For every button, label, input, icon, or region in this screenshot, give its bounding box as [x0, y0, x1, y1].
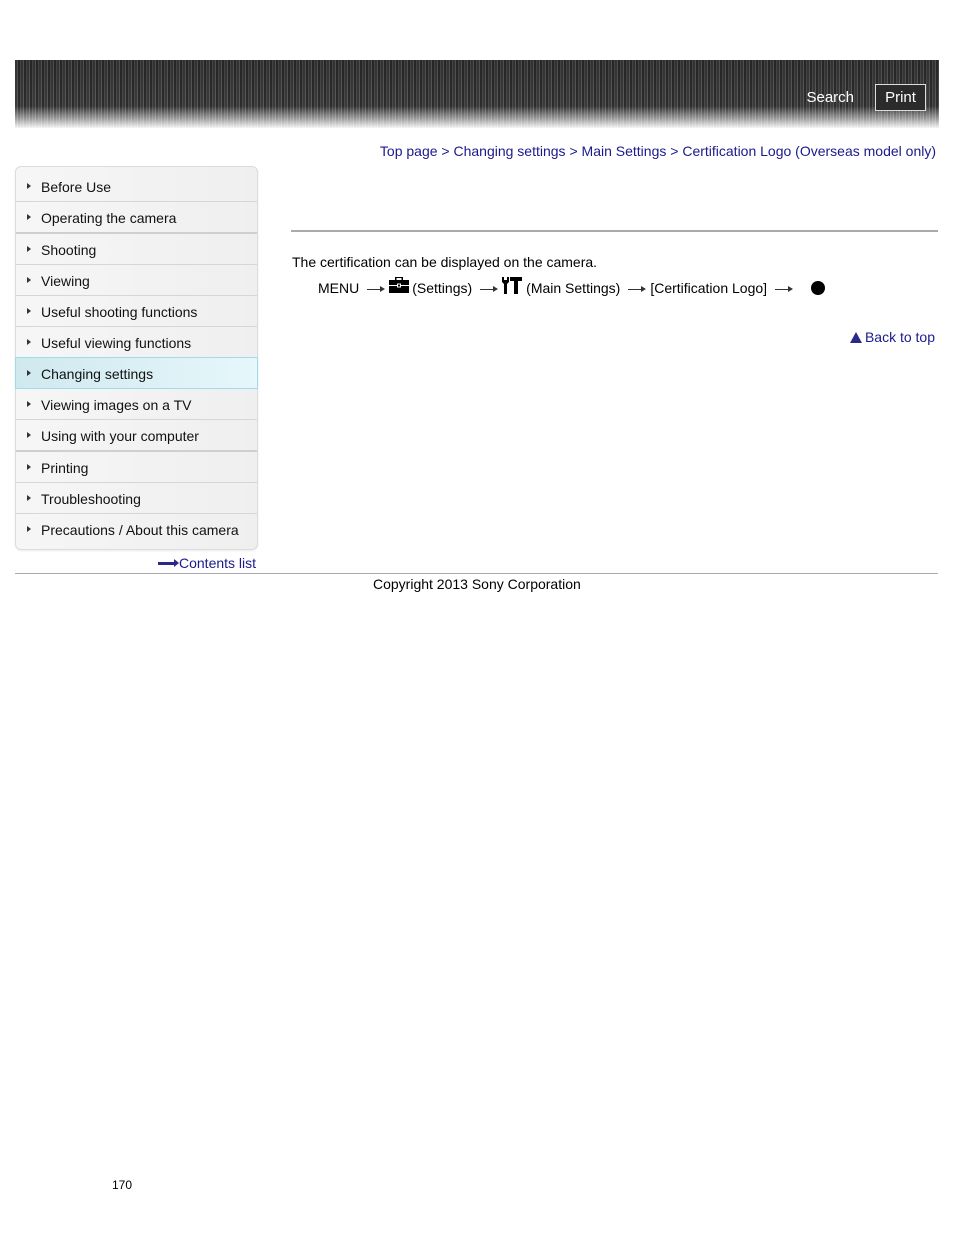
breadcrumb-main-settings[interactable]: Main Settings [582, 143, 667, 159]
footer-divider [15, 573, 938, 574]
toolbox-icon [389, 277, 410, 293]
breadcrumb-separator: > [569, 143, 582, 159]
caret-right-icon [27, 464, 31, 470]
sidebar-item-precautions[interactable]: Precautions / About this camera [16, 514, 257, 544]
caret-right-icon [27, 339, 31, 345]
sidebar-item-label: Printing [41, 460, 89, 476]
menu-label: MENU [318, 280, 360, 296]
sidebar-item-printing[interactable]: Printing [16, 452, 257, 483]
caret-right-icon [27, 277, 31, 283]
caret-right-icon [27, 370, 31, 376]
sidebar-item-viewing[interactable]: Viewing [16, 265, 257, 296]
back-to-top-label: Back to top [864, 329, 935, 345]
copyright-text: Copyright 2013 Sony Corporation [373, 576, 581, 592]
title-divider [291, 230, 938, 232]
sidebar-item-label: Viewing images on a TV [41, 397, 192, 413]
arrow-right-icon [628, 285, 647, 292]
page-number: 170 [112, 1178, 133, 1192]
certification-logo-label: [Certification Logo] [650, 280, 768, 296]
sidebar-item-operating-the-camera[interactable]: Operating the camera [16, 202, 257, 234]
triangle-up-icon [849, 332, 862, 343]
arrow-right-icon [158, 559, 179, 567]
caret-right-icon [27, 495, 31, 501]
sidebar-nav: Before Use Operating the camera Shooting… [15, 166, 258, 550]
sidebar-item-before-use[interactable]: Before Use [16, 171, 257, 202]
back-to-top-link[interactable]: Back to top [849, 329, 935, 345]
contents-list-link[interactable]: Contents list [158, 555, 256, 571]
breadcrumb-changing-settings[interactable]: Changing settings [453, 143, 565, 159]
sidebar-item-label: Useful shooting functions [41, 304, 198, 320]
sidebar-item-viewing-images-on-a-tv[interactable]: Viewing images on a TV [16, 389, 257, 420]
caret-right-icon [27, 526, 31, 532]
main-settings-label: (Main Settings) [526, 280, 621, 296]
sidebar-item-label: Shooting [41, 242, 97, 258]
sidebar-item-useful-shooting-functions[interactable]: Useful shooting functions [16, 296, 257, 327]
description-text: The certification can be displayed on th… [292, 254, 598, 270]
caret-right-icon [27, 246, 31, 252]
arrow-right-icon [480, 285, 499, 292]
sidebar-item-label: Useful viewing functions [41, 335, 192, 351]
arrow-right-icon [775, 285, 794, 292]
sidebar-item-label: Operating the camera [41, 210, 177, 226]
sidebar-item-label: Before Use [41, 179, 112, 195]
print-button[interactable]: Print [875, 84, 926, 111]
caret-right-icon [27, 432, 31, 438]
top-banner: Search Print [15, 60, 939, 128]
breadcrumb-current-page[interactable]: Certification Logo (Overseas model only) [682, 143, 936, 159]
sidebar-item-label: Precautions / About this camera [41, 522, 239, 538]
breadcrumb-separator: > [441, 143, 454, 159]
sidebar-item-using-with-your-computer[interactable]: Using with your computer [16, 420, 257, 452]
arrow-right-icon [367, 285, 386, 292]
sidebar-item-label: Viewing [41, 273, 90, 289]
caret-right-icon [27, 214, 31, 220]
breadcrumb-separator: > [670, 143, 683, 159]
breadcrumb-top-page[interactable]: Top page [380, 143, 438, 159]
menu-steps: MENU (Settings) (Main Settings) [Certifi… [318, 276, 826, 299]
sidebar-item-label: Troubleshooting [41, 491, 141, 507]
search-link[interactable]: Search [806, 89, 854, 106]
caret-right-icon [27, 183, 31, 189]
sidebar-item-shooting[interactable]: Shooting [16, 234, 257, 265]
sidebar-item-label: Using with your computer [41, 428, 199, 444]
sidebar-item-changing-settings[interactable]: Changing settings [15, 357, 258, 389]
settings-label: (Settings) [412, 280, 473, 296]
sidebar-item-useful-viewing-functions[interactable]: Useful viewing functions [16, 327, 257, 358]
wrench-hammer-icon [502, 276, 523, 294]
contents-list-label: Contents list [179, 555, 257, 571]
breadcrumb: Top page > Changing settings > Main Sett… [380, 143, 936, 159]
sidebar-item-label: Changing settings [41, 366, 154, 382]
sidebar-item-troubleshooting[interactable]: Troubleshooting [16, 483, 257, 514]
caret-right-icon [27, 308, 31, 314]
filled-circle-icon [811, 281, 826, 295]
caret-right-icon [27, 401, 31, 407]
